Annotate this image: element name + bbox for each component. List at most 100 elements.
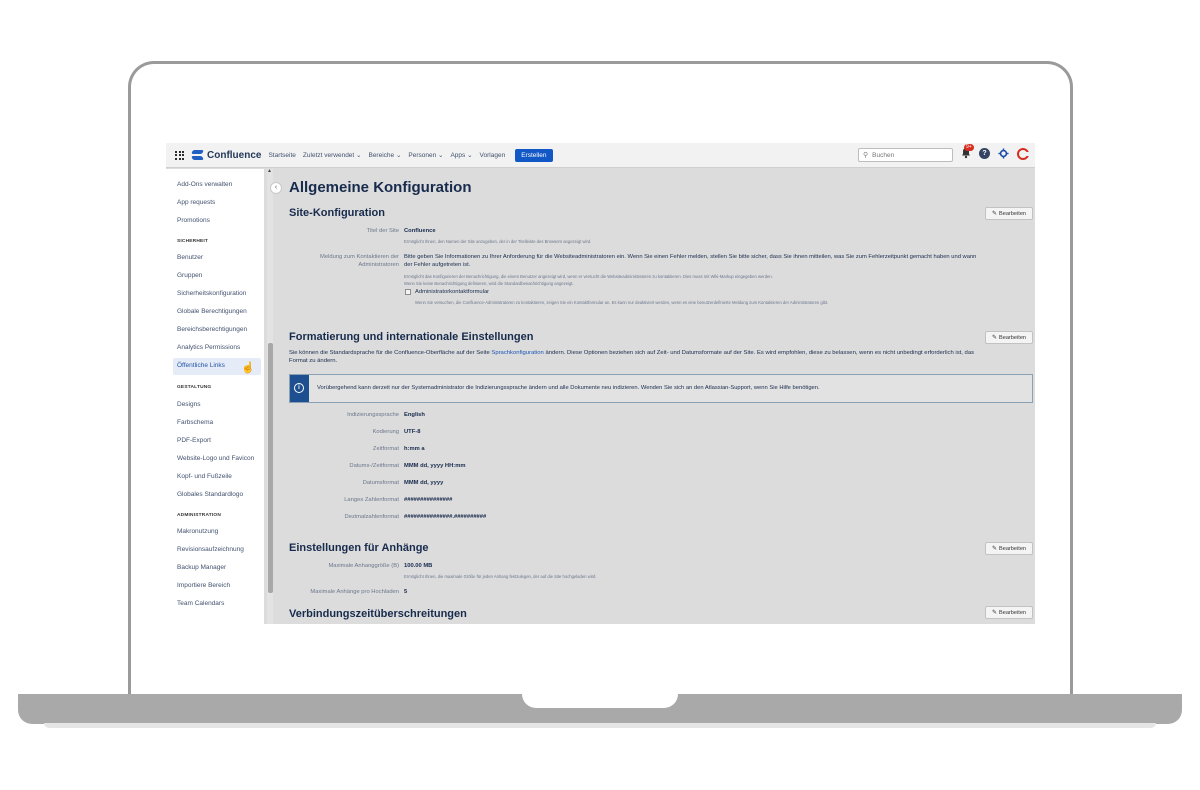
sidebar-item-designs[interactable]: Designs bbox=[177, 401, 200, 408]
contact-admin-hint-1: Ermöglicht das Konfigurieren der Benachr… bbox=[404, 274, 773, 279]
nav-home[interactable]: Startseite bbox=[268, 152, 295, 159]
contact-admin-hint-2: Wenn Sie keine Benachrichtigung definier… bbox=[404, 281, 574, 286]
edit-formatting-button[interactable]: ✎ Bearbeiten bbox=[985, 331, 1033, 344]
pencil-icon: ✎ bbox=[991, 335, 997, 341]
user-avatar[interactable] bbox=[1017, 147, 1029, 160]
nav-people[interactable]: Personen ⌄ bbox=[408, 151, 443, 159]
pencil-icon: ✎ bbox=[991, 610, 997, 616]
sidebar-item-default-logo[interactable]: Globales Standardlogo bbox=[177, 491, 243, 498]
sidebar-item-public-links[interactable]: Öffentliche Links bbox=[177, 362, 225, 369]
info-text: Vorübergehend kann derzeit nur der Syste… bbox=[317, 385, 820, 391]
sidebar-item-analytics-permissions[interactable]: Analytics Permissions bbox=[177, 344, 240, 351]
nav-spaces[interactable]: Bereiche ⌄ bbox=[368, 151, 401, 159]
top-navigation: Confluence Startseite Zuletzt verwendet … bbox=[166, 143, 1035, 168]
top-icons: 9+ ? bbox=[960, 144, 1029, 160]
nav-recent[interactable]: Zuletzt verwendet ⌄ bbox=[303, 151, 362, 159]
main-content: Allgemeine Konfiguration Site-Konfigurat… bbox=[289, 169, 1034, 624]
admin-contact-form-hint: Wenn Sie versuchen, die Confluence-Admin… bbox=[415, 300, 829, 305]
sidebar-heading-security: SICHERHEIT bbox=[177, 239, 209, 244]
formatting-description-1: Sie können die Standardsprache für die C… bbox=[289, 349, 1033, 357]
sidebar-item-groups[interactable]: Gruppen bbox=[177, 272, 202, 279]
contact-admin-label-1: Meldung zum Kontaktieren der bbox=[320, 254, 399, 260]
contact-admin-value-1: Bitte geben Sie Informationen zu Ihrer A… bbox=[404, 254, 977, 260]
sidebar-item-header-footer[interactable]: Kopf- und Fußzeile bbox=[177, 473, 232, 480]
nav-apps[interactable]: Apps ⌄ bbox=[450, 151, 472, 159]
pencil-icon: ✎ bbox=[991, 211, 997, 217]
edit-attachments-button[interactable]: ✎ Bearbeiten bbox=[985, 542, 1033, 555]
datetime-format-value: MMM dd, yyyy HH:mm bbox=[404, 463, 466, 469]
max-attachments-label: Maximale Anhänge pro Hochladen bbox=[310, 589, 399, 595]
notification-badge: 9+ bbox=[964, 144, 974, 151]
language-config-link[interactable]: Sprachkonfiguration bbox=[491, 350, 543, 356]
search-box[interactable]: ⚲ bbox=[858, 148, 953, 162]
collapse-sidebar-button[interactable]: ‹ bbox=[270, 182, 282, 194]
search-input[interactable] bbox=[872, 151, 943, 159]
laptop-base-shadow bbox=[44, 723, 1156, 728]
app-switcher-icon[interactable] bbox=[175, 150, 184, 160]
desc-text-post: ändern. Diese Optionen beziehen sich auf… bbox=[545, 350, 975, 356]
sidebar-item-color-scheme[interactable]: Farbschema bbox=[177, 419, 213, 426]
sidebar-item-users[interactable]: Benutzer bbox=[177, 254, 203, 261]
scroll-up-icon[interactable]: ▲ bbox=[267, 168, 272, 174]
section-attachments-title: Einstellungen für Anhänge bbox=[289, 542, 429, 554]
edit-label: Bearbeiten bbox=[998, 609, 1027, 616]
encoding-label: Kodierung bbox=[372, 429, 399, 435]
admin-contact-form-label: Administratorkontaktformular bbox=[415, 289, 490, 295]
info-panel: i Vorübergehend kann derzeit nur der Sys… bbox=[289, 374, 1033, 403]
notification-bell-icon[interactable]: 9+ bbox=[960, 144, 974, 160]
logo-text: Confluence bbox=[207, 149, 262, 161]
sidebar-heading-administration: ADMINISTRATION bbox=[177, 513, 222, 518]
sidebar-item-app-requests[interactable]: App requests bbox=[177, 199, 215, 206]
contact-admin-value-2: der Fehler aufgetreten ist. bbox=[404, 262, 471, 268]
screen: Confluence Startseite Zuletzt verwendet … bbox=[166, 143, 1035, 624]
sidebar-item-manage-addons[interactable]: Add-Ons verwalten bbox=[177, 181, 232, 188]
admin-sidebar: Add-Ons verwalten App requests Promotion… bbox=[166, 169, 264, 624]
date-format-value: MMM dd, yyyy bbox=[404, 480, 444, 486]
help-icon[interactable]: ? bbox=[979, 148, 990, 159]
edit-timeouts-button[interactable]: ✎ Bearbeiten bbox=[985, 606, 1033, 619]
time-format-value: h:mm a bbox=[404, 446, 425, 452]
max-attachment-size-hint: Ermöglicht Ihnen, die maximale Größe für… bbox=[404, 574, 597, 579]
sidebar-item-revision-log[interactable]: Revisionsaufzeichnung bbox=[177, 546, 244, 553]
sidebar-item-team-calendars[interactable]: Team Calendars bbox=[177, 600, 224, 607]
sidebar-item-space-permissions[interactable]: Bereichsberechtigungen bbox=[177, 326, 247, 333]
sidebar-heading-design: GESTALTUNG bbox=[177, 385, 212, 390]
confluence-logo[interactable]: Confluence bbox=[192, 150, 261, 161]
sidebar-item-backup-manager[interactable]: Backup Manager bbox=[177, 564, 226, 571]
page-title: Allgemeine Konfiguration bbox=[289, 179, 472, 196]
sidebar-item-pdf-export[interactable]: PDF-Export bbox=[177, 437, 211, 444]
edit-label: Bearbeiten bbox=[998, 210, 1027, 217]
site-title-hint: Ermöglicht Ihnen, den Namen der Site anz… bbox=[404, 239, 592, 244]
search-icon: ⚲ bbox=[863, 152, 869, 159]
settings-gear-icon[interactable] bbox=[998, 148, 1009, 159]
laptop-notch bbox=[522, 694, 678, 708]
long-number-format-value: ############### bbox=[404, 497, 453, 503]
site-title-value: Confluence bbox=[404, 228, 436, 234]
sidebar-item-security-config[interactable]: Sicherheitskonfiguration bbox=[177, 290, 246, 297]
admin-contact-form-checkbox[interactable] bbox=[405, 289, 411, 295]
sidebar-item-site-logo[interactable]: Website-Logo und Favicon bbox=[177, 455, 254, 462]
decimal-format-label: Dezimalzahlenformat bbox=[344, 514, 399, 520]
encoding-value: UTF-8 bbox=[404, 429, 421, 435]
section-site-config-title: Site-Konfiguration bbox=[289, 207, 385, 219]
date-format-label: Datumsformat bbox=[362, 480, 399, 486]
info-strip: i bbox=[290, 375, 309, 402]
hand-cursor-icon: ☝ bbox=[241, 362, 255, 374]
sidebar-item-promotions[interactable]: Promotions bbox=[177, 217, 210, 224]
decimal-format-value: ###############.########## bbox=[404, 514, 487, 520]
sidebar-scrollbar-thumb[interactable] bbox=[268, 343, 273, 593]
edit-site-config-button[interactable]: ✎ Bearbeiten bbox=[985, 207, 1033, 220]
max-attachment-size-label: Maximale Anhanggröße (B) bbox=[328, 563, 399, 569]
sidebar-item-global-permissions[interactable]: Globale Berechtigungen bbox=[177, 308, 247, 315]
pencil-icon: ✎ bbox=[991, 546, 997, 552]
create-button[interactable]: Erstellen bbox=[515, 148, 553, 162]
section-formatting-title: Formatierung und internationale Einstell… bbox=[289, 331, 534, 343]
formatting-description-2: Format zu ändern. bbox=[289, 358, 338, 364]
info-icon: i bbox=[294, 383, 304, 393]
desc-text-pre: Sie können die Standardsprache für die C… bbox=[289, 350, 490, 356]
contact-admin-label-2: Administratoren bbox=[358, 262, 399, 268]
nav-templates[interactable]: Vorlagen bbox=[480, 152, 506, 159]
section-timeouts-title: Verbindungszeitüberschreitungen bbox=[289, 608, 467, 620]
sidebar-item-macro-usage[interactable]: Makronutzung bbox=[177, 528, 218, 535]
sidebar-item-import-space[interactable]: Importiere Bereich bbox=[177, 582, 230, 589]
